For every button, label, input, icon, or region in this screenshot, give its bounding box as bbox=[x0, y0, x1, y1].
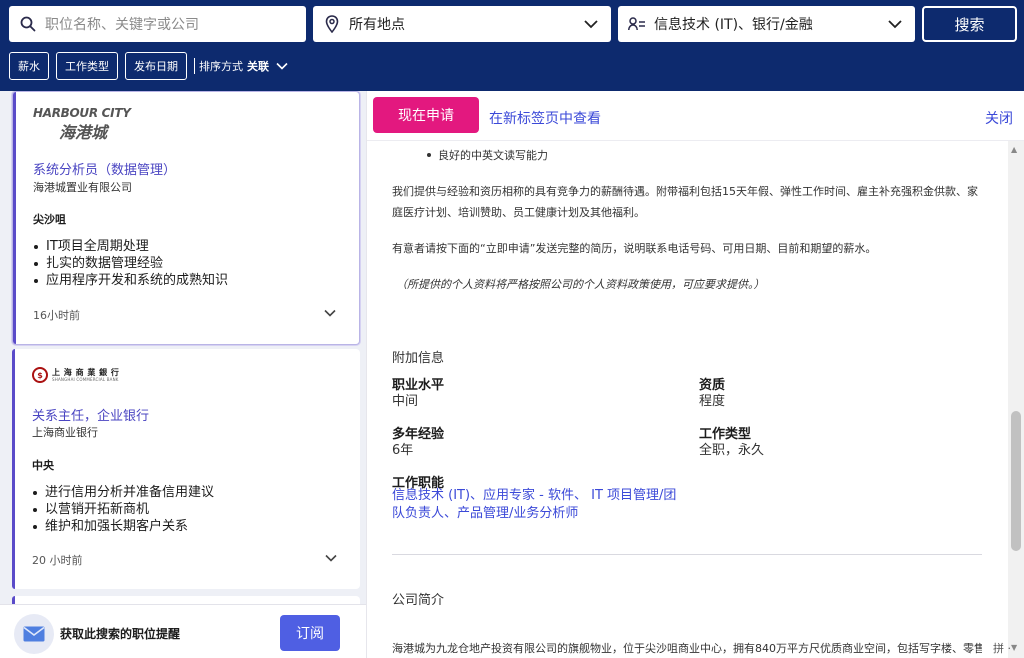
application-paragraph: 有意者请按下面的“立即申请”发送完整的简历，说明联系电话号码、可用日期、目前和期… bbox=[392, 242, 877, 255]
logo-text: SHANGHAI COMMERCIAL BANK bbox=[52, 376, 119, 382]
company-logo: $ 上 海 商 業 銀 行 SHANGHAI COMMERCIAL BANK bbox=[32, 367, 119, 383]
posted-time: 16小时前 bbox=[33, 309, 80, 322]
job-title-link[interactable]: 系统分析员（数据管理） bbox=[33, 159, 176, 178]
job-type-value: 全职，永久 bbox=[699, 443, 765, 458]
list-item: IT项目全周期处理 bbox=[33, 238, 228, 255]
career-level-value: 中间 bbox=[392, 394, 419, 409]
bullet-icon bbox=[33, 490, 37, 495]
bullet-icon bbox=[34, 261, 38, 266]
search-header: 职位名称、关键字或公司 所有地点 信息技术 (IT)、银行/金融 搜索 薪水 工… bbox=[0, 0, 1024, 91]
industry-select[interactable]: 信息技术 (IT)、银行/金融 bbox=[618, 6, 915, 42]
bullet-icon bbox=[33, 524, 37, 529]
chevron-down-icon[interactable] bbox=[324, 550, 338, 569]
divider bbox=[194, 58, 195, 74]
filter-bar: 薪水 工作类型 发布日期 排序方式 关联 bbox=[9, 52, 289, 80]
job-location: 中央 bbox=[32, 459, 54, 472]
job-highlights: 进行信用分析并准备信用建议 以营销开拓新商机 维护和加强长期客户关系 bbox=[32, 484, 214, 535]
alert-message: 获取此搜索的职位提醒 bbox=[60, 627, 181, 641]
job-alert-bar: 获取此搜索的职位提醒 订阅 bbox=[0, 604, 366, 658]
sort-dropdown[interactable]: 排序方式 关联 bbox=[194, 58, 289, 74]
card-accent bbox=[12, 349, 15, 589]
bank-seal-icon: $ bbox=[32, 367, 48, 383]
section-title: 公司简介 bbox=[392, 593, 445, 608]
job-detail-panel: 现在申请 在新标签页中查看 关闭 良好的中英文读写能力 我们提供与经验和资历相称… bbox=[366, 91, 1024, 658]
experience-value: 6年 bbox=[392, 443, 414, 458]
scroll-down-arrow-icon[interactable]: ▼ bbox=[1011, 643, 1017, 652]
salary-filter-button[interactable]: 薪水 bbox=[9, 52, 49, 80]
logo-text: HARBOUR CITY bbox=[33, 106, 131, 120]
scrollbar-thumb[interactable] bbox=[1011, 411, 1021, 551]
section-title: 附加信息 bbox=[392, 351, 445, 366]
company-description: 海港城为九龙仓地产投资有限公司的旗舰物业，位于尖沙咀商业中心，拥有840万平方尺… bbox=[392, 642, 982, 655]
location-pin-icon bbox=[323, 15, 341, 33]
posted-time: 20 小时前 bbox=[32, 554, 83, 567]
close-link[interactable]: 关闭 bbox=[985, 108, 1013, 128]
list-item: 扎实的数据管理经验 bbox=[33, 255, 228, 272]
keyword-placeholder: 职位名称、关键字或公司 bbox=[45, 17, 199, 33]
list-item: 维护和加强长期客户关系 bbox=[32, 518, 214, 535]
logo-text: 上 海 商 業 銀 行 bbox=[52, 367, 120, 377]
selected-indicator bbox=[13, 92, 16, 344]
bullet-icon bbox=[34, 244, 38, 249]
list-item: 进行信用分析并准备信用建议 bbox=[32, 484, 214, 501]
benefits-paragraph: 我们提供与经验和资历相称的具有竞争力的薪酬待遇。附带福利包括15天年假、弹性工作… bbox=[392, 185, 978, 219]
person-list-icon bbox=[628, 15, 646, 33]
chevron-down-icon bbox=[887, 16, 903, 32]
job-description: 良好的中英文读写能力 我们提供与经验和资历相称的具有竞争力的薪酬待遇。附带福利包… bbox=[367, 141, 1009, 658]
qualification-value: 程度 bbox=[699, 394, 726, 409]
job-highlights: IT项目全周期处理 扎实的数据管理经验 应用程序开发和系统的成熟知识 bbox=[33, 238, 228, 289]
subscribe-button[interactable]: 订阅 bbox=[280, 615, 340, 651]
industry-value: 信息技术 (IT)、银行/金融 bbox=[654, 17, 813, 33]
scroll-up-arrow-icon[interactable]: ▲ bbox=[1011, 145, 1017, 154]
logo-text: 海港城 bbox=[59, 123, 108, 142]
job-card[interactable]: HARBOUR CITY 海港城 系统分析员（数据管理） 海港城置业有限公司 尖… bbox=[12, 91, 360, 345]
keyword-search-input[interactable]: 职位名称、关键字或公司 bbox=[9, 6, 306, 42]
job-location: 尖沙咀 bbox=[33, 213, 66, 226]
ime-indicator: 拼 · bbox=[993, 642, 1011, 655]
chevron-down-icon bbox=[275, 59, 289, 73]
chevron-down-icon[interactable] bbox=[323, 305, 337, 324]
bullet-icon bbox=[33, 507, 37, 512]
bullet-icon bbox=[34, 278, 38, 283]
chevron-down-icon bbox=[583, 16, 599, 32]
job-title-link[interactable]: 关系主任，企业银行 bbox=[32, 405, 149, 424]
post-date-filter-button[interactable]: 发布日期 bbox=[125, 52, 187, 80]
list-item: 以营销开拓新商机 bbox=[32, 501, 214, 518]
scrollbar[interactable]: ▲ ▼ bbox=[1008, 141, 1024, 658]
bullet-icon bbox=[427, 153, 431, 157]
open-new-tab-link[interactable]: 在新标签页中查看 bbox=[489, 108, 601, 128]
job-type-filter-button[interactable]: 工作类型 bbox=[56, 52, 118, 80]
search-icon bbox=[19, 15, 37, 33]
search-button[interactable]: 搜索 bbox=[922, 6, 1017, 42]
apply-now-button[interactable]: 现在申请 bbox=[373, 97, 479, 133]
list-item: 应用程序开发和系统的成熟知识 bbox=[33, 272, 228, 289]
job-list: HARBOUR CITY 海港城 系统分析员（数据管理） 海港城置业有限公司 尖… bbox=[0, 91, 366, 658]
privacy-note: （所提供的个人资料将严格按照公司的个人资料政策使用，可应要求提供。） bbox=[396, 278, 765, 291]
envelope-icon bbox=[14, 614, 54, 654]
detail-toolbar: 现在申请 在新标签页中查看 关闭 bbox=[367, 91, 1024, 141]
divider bbox=[392, 554, 982, 555]
sort-label: 排序方式 bbox=[199, 60, 243, 73]
location-select[interactable]: 所有地点 bbox=[313, 6, 611, 42]
location-value: 所有地点 bbox=[349, 17, 405, 33]
job-function-links[interactable]: 信息技术 (IT)、应用专家 - 软件、 IT 项目管理/团 队负责人、产品管理… bbox=[392, 487, 682, 523]
company-name: 上海商业银行 bbox=[32, 426, 98, 439]
job-card[interactable]: $ 上 海 商 業 銀 行 SHANGHAI COMMERCIAL BANK 关… bbox=[12, 349, 360, 589]
company-logo: HARBOUR CITY 海港城 bbox=[33, 106, 131, 143]
sort-value: 关联 bbox=[247, 60, 269, 73]
list-item: 良好的中英文读写能力 bbox=[427, 147, 548, 163]
company-name: 海港城置业有限公司 bbox=[33, 181, 132, 194]
